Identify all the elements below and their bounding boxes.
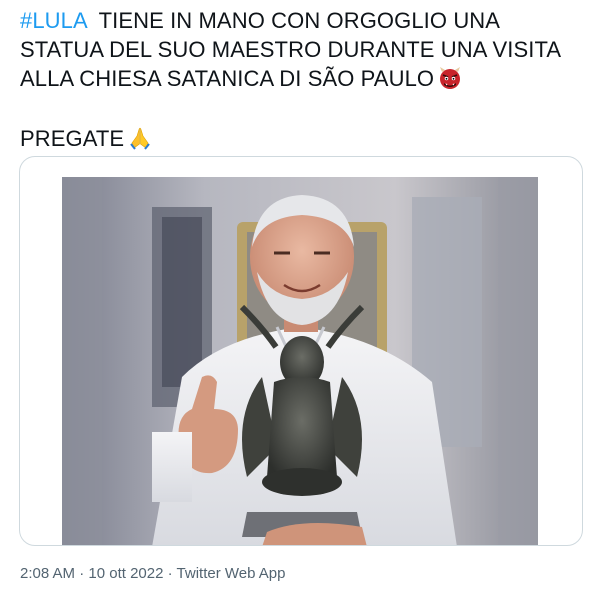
- ogre-face-emoji-icon: [438, 66, 462, 97]
- tweet-line-1-text: TIENE IN MANO CON ORGOGLIO UNA: [86, 8, 501, 33]
- tweet-time-link[interactable]: 2:08 AM: [20, 565, 75, 582]
- tweet-date-link[interactable]: 10 ott 2022: [88, 565, 163, 582]
- tweet-media-card[interactable]: [19, 156, 583, 546]
- hashtag-link[interactable]: #LULA: [20, 8, 87, 33]
- tweet-photo[interactable]: [62, 177, 538, 545]
- tweet-line-3-text: ALLA CHIESA SATANICA DI SÃO PAULO: [20, 66, 435, 91]
- meta-separator: ·: [75, 565, 89, 582]
- tweet-text: #LULA TIENE IN MANO CON ORGOGLIO UNA STA…: [20, 6, 580, 157]
- tweet-line-4-text: PREGATE: [20, 126, 125, 151]
- tweet-line-2: STATUA DEL SUO MAESTRO DURANTE UNA VISIT…: [20, 37, 562, 62]
- tweet-meta: 2:08 AM · 10 ott 2022 · Twitter Web App: [20, 565, 285, 582]
- tweet-line-4: PREGATE: [20, 124, 580, 157]
- tweet-source: Twitter Web App: [176, 565, 286, 582]
- tweet-line-3: ALLA CHIESA SATANICA DI SÃO PAULO: [20, 64, 580, 97]
- folded-hands-emoji-icon: [128, 126, 152, 157]
- tweet-line-1: #LULA TIENE IN MANO CON ORGOGLIO UNA: [20, 6, 580, 35]
- meta-separator: ·: [163, 565, 177, 582]
- photo-man-holding-statue-icon: [62, 177, 538, 545]
